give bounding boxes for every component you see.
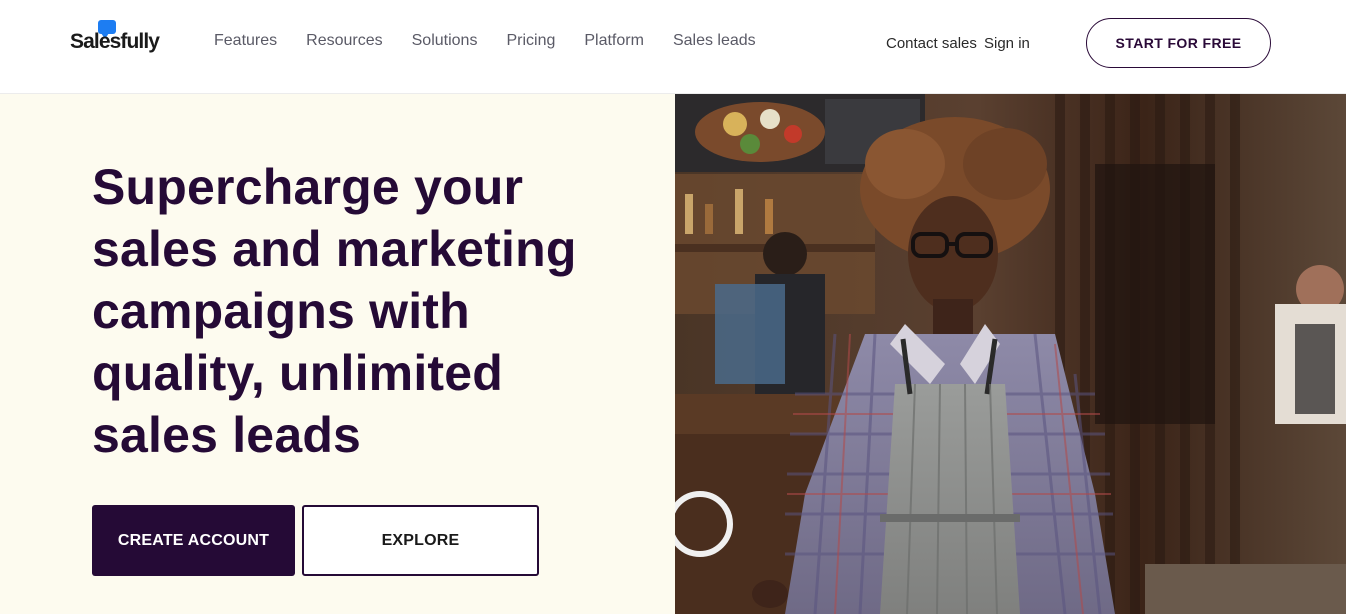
contact-sales-link[interactable]: Contact sales	[886, 35, 977, 52]
hero-section: Supercharge your sales and marketing cam…	[0, 94, 675, 614]
cafe-waitress-illustration	[675, 94, 1346, 614]
nav-item-solutions[interactable]: Solutions	[412, 32, 478, 50]
create-account-button[interactable]: CREATE ACCOUNT	[92, 505, 295, 576]
nav-item-sales-leads[interactable]: Sales leads	[673, 32, 756, 50]
logo-text: Salesfully	[70, 30, 160, 53]
headline-line: campaigns with	[92, 283, 470, 339]
headline-line: sales leads	[92, 407, 362, 463]
sign-in-link[interactable]: Sign in	[984, 35, 1030, 52]
salesfully-logo[interactable]: Salesfully	[70, 20, 170, 60]
site-header: Salesfully Features Resources Solutions …	[0, 0, 1346, 94]
headline-line: quality, unlimited	[92, 345, 504, 401]
headline-line: Supercharge your	[92, 159, 524, 215]
nav-item-platform[interactable]: Platform	[584, 32, 644, 50]
nav-item-features[interactable]: Features	[214, 32, 277, 50]
headline-line: sales and marketing	[92, 221, 577, 277]
explore-button[interactable]: EXPLORE	[302, 505, 539, 576]
nav-item-pricing[interactable]: Pricing	[506, 32, 555, 50]
start-for-free-button[interactable]: START FOR FREE	[1086, 18, 1271, 68]
hero-headline: Supercharge your sales and marketing cam…	[92, 156, 612, 466]
hero-photo	[675, 94, 1346, 614]
nav-item-resources[interactable]: Resources	[306, 32, 382, 50]
main-nav: Features Resources Solutions Pricing Pla…	[214, 32, 785, 50]
